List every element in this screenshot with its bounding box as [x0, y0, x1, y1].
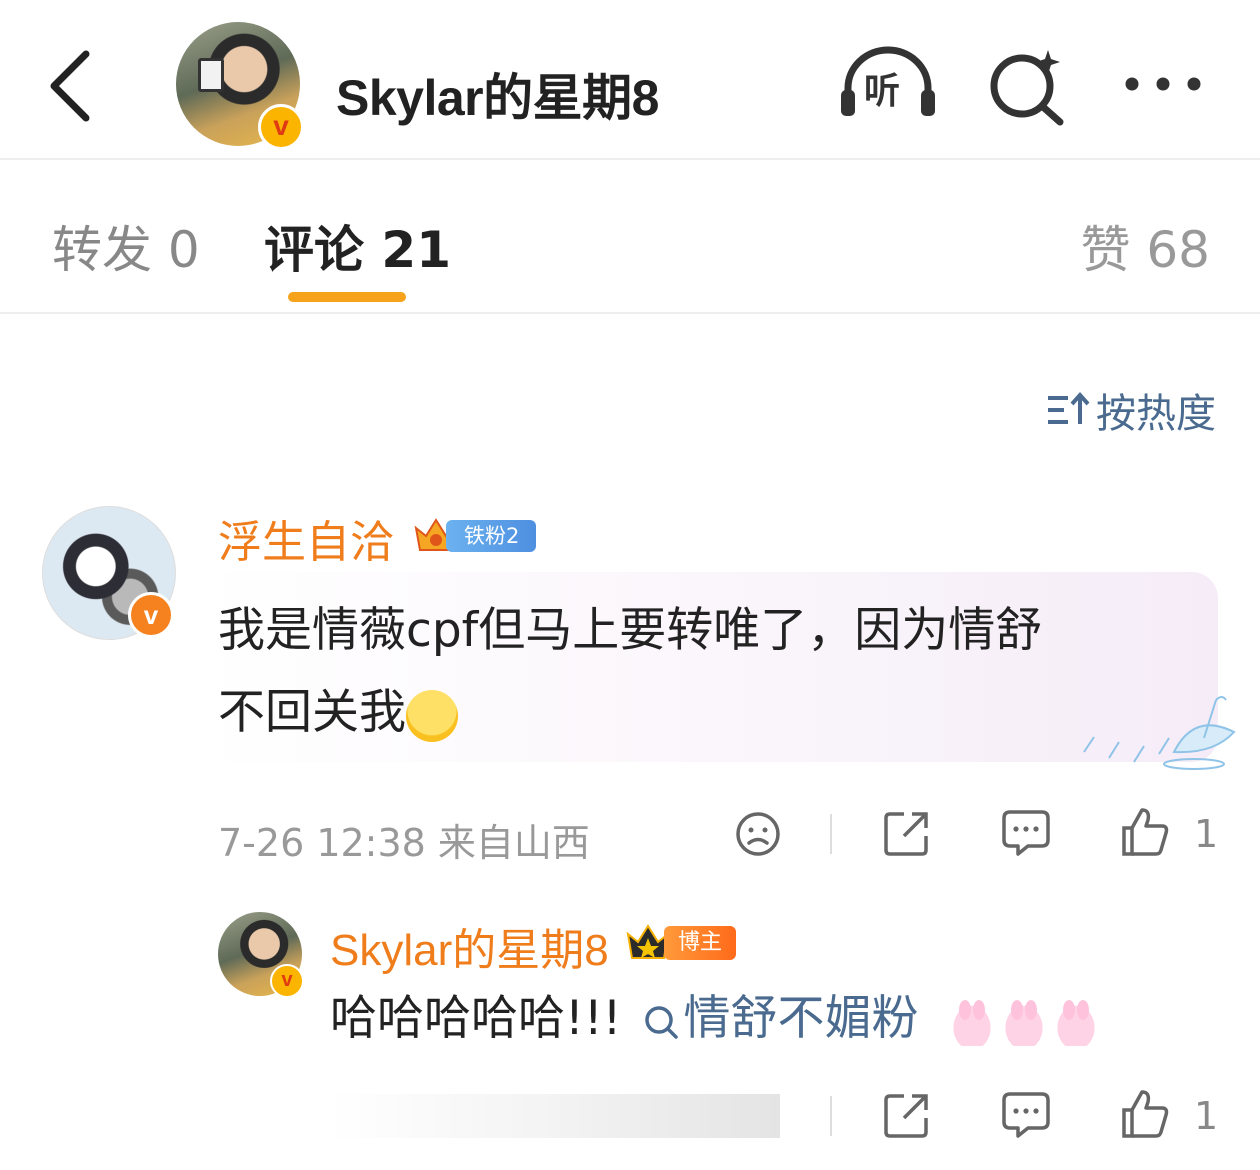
- action-divider: [830, 814, 832, 854]
- sort-by-hot-button[interactable]: 按热度: [1046, 384, 1216, 437]
- search-button[interactable]: [986, 44, 1068, 126]
- faded-reply-area: [330, 1094, 780, 1138]
- topic-link[interactable]: 情舒不媚粉: [642, 991, 919, 1046]
- listen-button[interactable]: 听: [838, 44, 938, 124]
- action-divider: [830, 1096, 832, 1136]
- more-dots-icon: [1125, 77, 1201, 91]
- comment-text-line2: 不回关我: [218, 685, 406, 740]
- comment-icon: [1002, 810, 1050, 856]
- tab-likes[interactable]: 赞 68: [1080, 210, 1210, 282]
- tab-reposts[interactable]: 转发 0: [52, 210, 200, 282]
- comment-text-line1: 我是情薇cpf但马上要转唯了，因为情舒: [218, 603, 1043, 658]
- reply-like-count: 1: [1194, 1094, 1219, 1138]
- chevron-left-icon: [50, 50, 90, 122]
- reply-like-button[interactable]: [1120, 1088, 1170, 1140]
- reply-share-button[interactable]: [882, 1090, 932, 1140]
- share-button[interactable]: [882, 808, 932, 858]
- tab-comments[interactable]: 评论 21: [264, 210, 451, 282]
- dislike-button[interactable]: [734, 810, 782, 858]
- bunny-emoji-icon: [947, 997, 998, 1046]
- bunny-emoji-icon: [1051, 997, 1102, 1046]
- thumbs-up-icon: [1122, 808, 1169, 856]
- author-badge: 博主: [624, 920, 736, 964]
- thumbs-up-icon: [1122, 1090, 1169, 1138]
- reply-comment-button[interactable]: [1000, 1090, 1052, 1140]
- commenter-username[interactable]: 浮生自洽: [218, 506, 394, 570]
- sad-face-icon: [736, 812, 780, 856]
- comment-text: 我是情薇cpf但马上要转唯了，因为情舒 不回关我: [218, 590, 1168, 754]
- tab-bar: 转发 0 评论 21 赞 68: [0, 162, 1260, 314]
- fan-badge-label: 铁粉2: [446, 520, 536, 552]
- verified-icon: v: [128, 592, 174, 638]
- author-badge-label: 博主: [664, 926, 736, 960]
- reply-button[interactable]: [1000, 808, 1052, 858]
- reply-text: 哈哈哈哈哈!!! 情舒不媚粉: [330, 986, 1102, 1052]
- umbrella-decoration-icon: [1083, 696, 1236, 770]
- fan-level-badge[interactable]: 铁粉2: [412, 514, 536, 556]
- page-title[interactable]: Skylar的星期8: [336, 58, 659, 130]
- search-sparkle-icon: [990, 50, 1064, 126]
- share-icon: [884, 812, 928, 856]
- verified-icon: v: [270, 964, 304, 998]
- verified-icon: v: [258, 104, 304, 150]
- like-count: 1: [1194, 812, 1219, 856]
- reply-text-body: 哈哈哈哈哈!!!: [330, 991, 622, 1046]
- topic-label: 情舒不媚粉: [683, 991, 919, 1046]
- search-icon: [644, 1005, 678, 1039]
- active-tab-indicator: [288, 292, 406, 302]
- like-button[interactable]: [1120, 806, 1170, 858]
- comment-icon: [1002, 1092, 1050, 1138]
- share-icon: [884, 1094, 928, 1138]
- listen-label: 听: [864, 71, 901, 112]
- reply-username[interactable]: Skylar的星期8: [330, 914, 609, 978]
- top-bar: v Skylar的星期8 听: [0, 0, 1260, 160]
- sort-icon: [1048, 391, 1090, 424]
- bunny-emoji-icon: [999, 997, 1050, 1046]
- shy-face-emoji-icon: [406, 689, 458, 742]
- comment-timestamp: 7-26 12:38 来自山西: [218, 821, 590, 865]
- more-button[interactable]: [1118, 64, 1208, 104]
- sort-label: 按热度: [1096, 391, 1216, 437]
- back-button[interactable]: [36, 44, 106, 124]
